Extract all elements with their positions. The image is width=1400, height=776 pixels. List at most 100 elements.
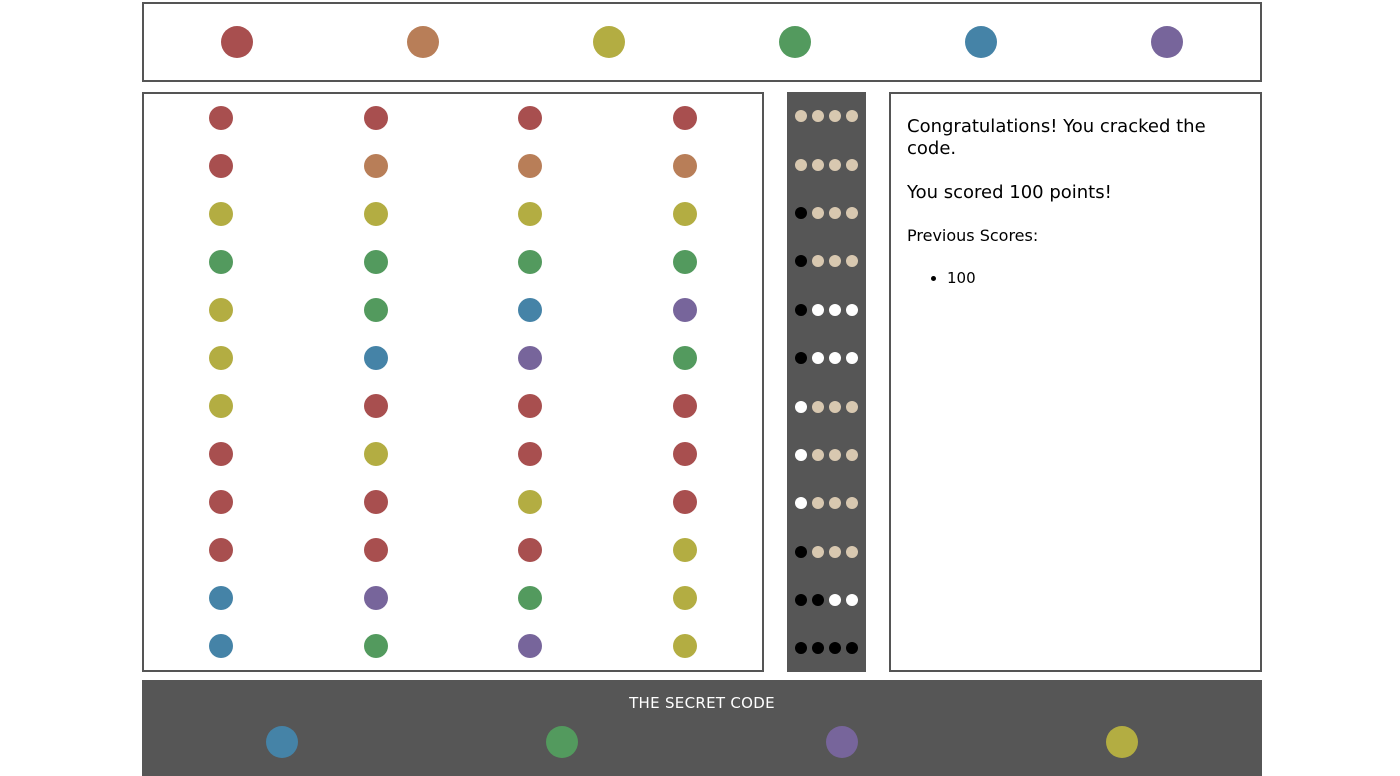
- guess-peg-red: [672, 442, 697, 466]
- guess-slot: [299, 286, 454, 334]
- guess-peg-yellow: [518, 202, 543, 226]
- guess-row: [144, 478, 762, 526]
- feedback-peg-black: [795, 206, 807, 219]
- palette-color-red[interactable]: [221, 26, 253, 58]
- guess-slot: [299, 622, 454, 670]
- feedback-peg-empty: [812, 448, 824, 461]
- guess-row: [144, 574, 762, 622]
- guess-slot: [453, 334, 608, 382]
- feedback-panel: [787, 92, 866, 672]
- feedback-peg-white: [846, 303, 858, 316]
- feedback-peg-empty: [846, 110, 858, 123]
- guess-row: [144, 382, 762, 430]
- guess-slot: [453, 430, 608, 478]
- guess-peg-red: [518, 106, 543, 130]
- guess-slot: [453, 238, 608, 286]
- guess-slot: [608, 526, 763, 574]
- previous-scores-label: Previous Scores:: [907, 226, 1039, 245]
- feedback-row: [787, 92, 866, 140]
- guess-peg-red: [672, 490, 697, 514]
- guess-peg-yellow: [672, 634, 697, 658]
- feedback-row: [787, 576, 866, 624]
- guess-slot: [608, 622, 763, 670]
- guess-peg-red: [518, 394, 543, 418]
- secret-slot: [422, 726, 702, 758]
- feedback-peg-empty: [812, 206, 824, 219]
- guess-peg-red: [209, 442, 234, 466]
- feedback-peg-empty: [795, 158, 807, 171]
- guess-slot: [608, 94, 763, 142]
- guess-slot: [144, 190, 299, 238]
- guess-slot: [144, 382, 299, 430]
- feedback-row: [787, 189, 866, 237]
- palette-slot: [516, 26, 702, 58]
- secret-slot: [982, 726, 1262, 758]
- feedback-row: [787, 624, 866, 672]
- guess-peg-green: [209, 250, 234, 274]
- guess-slot: [144, 622, 299, 670]
- guess-peg-red: [209, 154, 234, 178]
- palette-color-purple[interactable]: [1151, 26, 1183, 58]
- feedback-peg-black: [795, 352, 807, 365]
- guess-peg-orange: [518, 154, 543, 178]
- guess-peg-blue: [363, 346, 388, 370]
- guess-slot: [144, 334, 299, 382]
- guess-peg-green: [363, 250, 388, 274]
- guess-row: [144, 190, 762, 238]
- guess-slot: [299, 526, 454, 574]
- feedback-peg-white: [846, 352, 858, 365]
- guess-slot: [144, 142, 299, 190]
- guess-slot: [299, 238, 454, 286]
- guess-peg-green: [672, 346, 697, 370]
- palette-color-yellow[interactable]: [593, 26, 625, 58]
- feedback-row: [787, 140, 866, 188]
- feedback-peg-empty: [812, 497, 824, 510]
- guess-slot: [453, 286, 608, 334]
- palette-slot: [1074, 26, 1260, 58]
- guess-row: [144, 142, 762, 190]
- guess-peg-yellow: [672, 202, 697, 226]
- guess-slot: [144, 238, 299, 286]
- guess-slot: [608, 190, 763, 238]
- feedback-row: [787, 431, 866, 479]
- feedback-peg-white: [812, 303, 824, 316]
- feedback-peg-empty: [795, 110, 807, 123]
- secret-peg-yellow: [1106, 726, 1138, 758]
- guess-row: [144, 622, 762, 670]
- feedback-peg-black: [795, 255, 807, 268]
- palette-slot: [888, 26, 1074, 58]
- color-palette: [142, 2, 1262, 82]
- guess-slot: [608, 574, 763, 622]
- palette-color-green[interactable]: [779, 26, 811, 58]
- guess-peg-yellow: [209, 394, 234, 418]
- feedback-peg-black: [795, 642, 807, 655]
- guess-peg-blue: [209, 634, 234, 658]
- secret-code-title: THE SECRET CODE: [629, 694, 775, 712]
- guess-peg-red: [363, 106, 388, 130]
- guess-row: [144, 526, 762, 574]
- guess-slot: [453, 190, 608, 238]
- guess-peg-purple: [672, 298, 697, 322]
- feedback-row: [787, 479, 866, 527]
- secret-peg-purple: [826, 726, 858, 758]
- success-message: Congratulations! You cracked the code.: [907, 116, 1206, 159]
- guess-slot: [453, 382, 608, 430]
- palette-color-blue[interactable]: [965, 26, 997, 58]
- guess-peg-yellow: [672, 586, 697, 610]
- guess-peg-red: [518, 538, 543, 562]
- guess-slot: [453, 526, 608, 574]
- guess-peg-red: [518, 442, 543, 466]
- feedback-peg-empty: [812, 158, 824, 171]
- guess-peg-green: [363, 634, 388, 658]
- guess-peg-yellow: [363, 442, 388, 466]
- guess-slot: [144, 430, 299, 478]
- palette-color-orange[interactable]: [407, 26, 439, 58]
- guess-slot: [453, 622, 608, 670]
- guess-slot: [608, 142, 763, 190]
- feedback-peg-white: [795, 448, 807, 461]
- guess-peg-blue: [518, 298, 543, 322]
- previous-score-item: 100: [947, 268, 1244, 288]
- guess-row: [144, 238, 762, 286]
- guess-board: [142, 92, 764, 672]
- feedback-peg-empty: [829, 206, 841, 219]
